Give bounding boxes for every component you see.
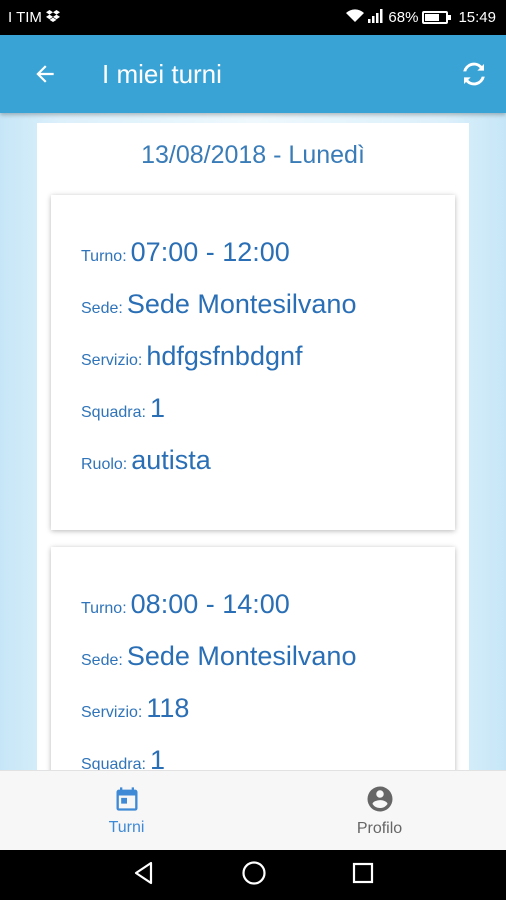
app-bar: I miei turni: [0, 35, 506, 113]
day-heading: 13/08/2018 - Lunedì: [141, 141, 365, 169]
shift-service-row: Servizio: 118: [81, 693, 455, 745]
sede-label: Sede:: [81, 300, 123, 317]
servizio-value: hdfgsfnbdgnf: [146, 341, 303, 371]
shift-list[interactable]: 13/08/2018 - Lunedì Turno: 07:00 - 12:00…: [0, 113, 506, 770]
wifi-icon: [346, 8, 365, 27]
carrier-name: I TIM: [8, 9, 42, 26]
nav-tab-turni[interactable]: Turni: [0, 771, 253, 850]
bottom-navigation: Turni Profilo: [0, 770, 506, 850]
battery-percent: 68%: [388, 9, 419, 26]
refresh-button[interactable]: [442, 35, 506, 113]
servizio-value: 118: [146, 693, 190, 723]
turno-value: 08:00 - 14:00: [130, 589, 290, 619]
servizio-label: Servizio:: [81, 704, 143, 721]
back-triangle-icon[interactable]: [131, 860, 157, 891]
nav-label-turni: Turni: [108, 818, 145, 836]
shift-location-row: Sede: Sede Montesilvano: [81, 289, 455, 341]
sede-value: Sede Montesilvano: [126, 641, 357, 671]
day-card: 13/08/2018 - Lunedì Turno: 07:00 - 12:00…: [37, 123, 469, 770]
refresh-icon: [463, 62, 485, 86]
recents-square-icon[interactable]: [351, 861, 375, 890]
clock: 15:49: [458, 9, 496, 26]
page-title: I miei turni: [102, 58, 222, 89]
sede-value: Sede Montesilvano: [126, 289, 357, 319]
home-circle-icon[interactable]: [240, 859, 268, 892]
shift-card[interactable]: Turno: 07:00 - 12:00 Sede: Sede Montesil…: [51, 195, 455, 530]
servizio-label: Servizio:: [81, 352, 143, 369]
squadra-label: Squadra:: [81, 404, 146, 421]
squadra-value: 1: [149, 393, 165, 423]
back-button[interactable]: [0, 35, 90, 113]
sede-label: Sede:: [81, 652, 123, 669]
ruolo-label: Ruolo:: [81, 456, 128, 473]
squadra-label: Squadra:: [81, 756, 146, 770]
status-bar: I TIM 68% 15:49: [0, 0, 506, 35]
calendar-icon: [116, 786, 137, 811]
arrow-left-icon: [36, 65, 54, 83]
turno-label: Turno:: [81, 248, 127, 265]
system-navigation-bar: [0, 850, 506, 900]
shift-service-row: Servizio: hdfgsfnbdgnf: [81, 341, 455, 393]
squadra-value: 1: [149, 745, 165, 770]
turno-value: 07:00 - 12:00: [130, 237, 290, 267]
nav-label-profilo: Profilo: [356, 819, 403, 837]
ruolo-value: autista: [131, 445, 211, 475]
battery-icon: [422, 11, 452, 24]
turno-label: Turno:: [81, 600, 127, 617]
signal-icon: [368, 8, 384, 27]
dropbox-icon: [45, 9, 60, 26]
account-circle-icon: [367, 786, 392, 811]
shift-role-row: Ruolo: autista: [81, 445, 455, 497]
shift-time-row: Turno: 08:00 - 14:00: [81, 589, 455, 641]
nav-tab-profilo[interactable]: Profilo: [253, 771, 506, 850]
shift-location-row: Sede: Sede Montesilvano: [81, 641, 455, 693]
shift-card[interactable]: Turno: 08:00 - 14:00 Sede: Sede Montesil…: [51, 547, 455, 770]
shift-team-row: Squadra: 1: [81, 393, 455, 445]
shift-time-row: Turno: 07:00 - 12:00: [81, 237, 455, 289]
shift-team-row: Squadra: 1: [81, 745, 455, 770]
